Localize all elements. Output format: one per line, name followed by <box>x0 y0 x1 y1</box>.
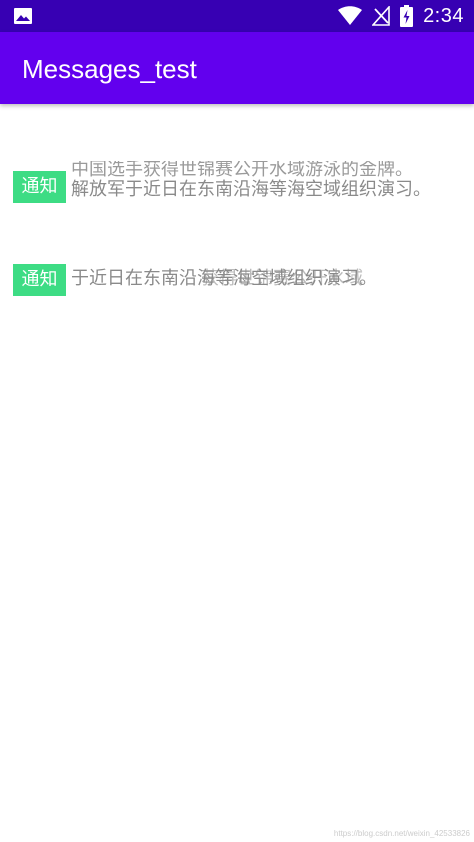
wifi-icon <box>338 6 363 26</box>
battery-charging-icon <box>400 5 414 27</box>
app-bar: Messages_test <box>0 32 474 104</box>
no-signal-icon <box>372 6 390 26</box>
message-marquee: 中国选手获得世锦赛公开水域游泳的金牌。 解放军于近日在东南沿海等海空域组织演习。 <box>71 161 463 201</box>
notice-badge: 通知 <box>13 171 66 203</box>
message-text: 于近日在东南沿海等海空域组织演习。 <box>71 268 377 289</box>
watermark: https://blog.csdn.net/weixin_42533826 <box>333 829 470 838</box>
status-bar: 2:34 <box>0 0 474 32</box>
message-marquee: 获得世锦赛公开水域 于近日在东南沿海等海空域组织演习。 <box>71 264 463 296</box>
status-time: 2:34 <box>423 4 464 27</box>
app-title: Messages_test <box>22 54 197 84</box>
message-row[interactable]: 通知 获得世锦赛公开水域 于近日在东南沿海等海空域组织演习。 <box>13 264 463 298</box>
message-text: 解放军于近日在东南沿海等海空域组织演习。 <box>71 179 431 200</box>
message-row[interactable]: 通知 中国选手获得世锦赛公开水域游泳的金牌。 解放军于近日在东南沿海等海空域组织… <box>13 161 463 205</box>
notice-badge: 通知 <box>13 264 66 296</box>
image-icon <box>13 6 33 26</box>
message-text: 中国选手获得世锦赛公开水域游泳的金牌。 <box>71 161 413 180</box>
status-icons: 2:34 <box>338 0 464 32</box>
